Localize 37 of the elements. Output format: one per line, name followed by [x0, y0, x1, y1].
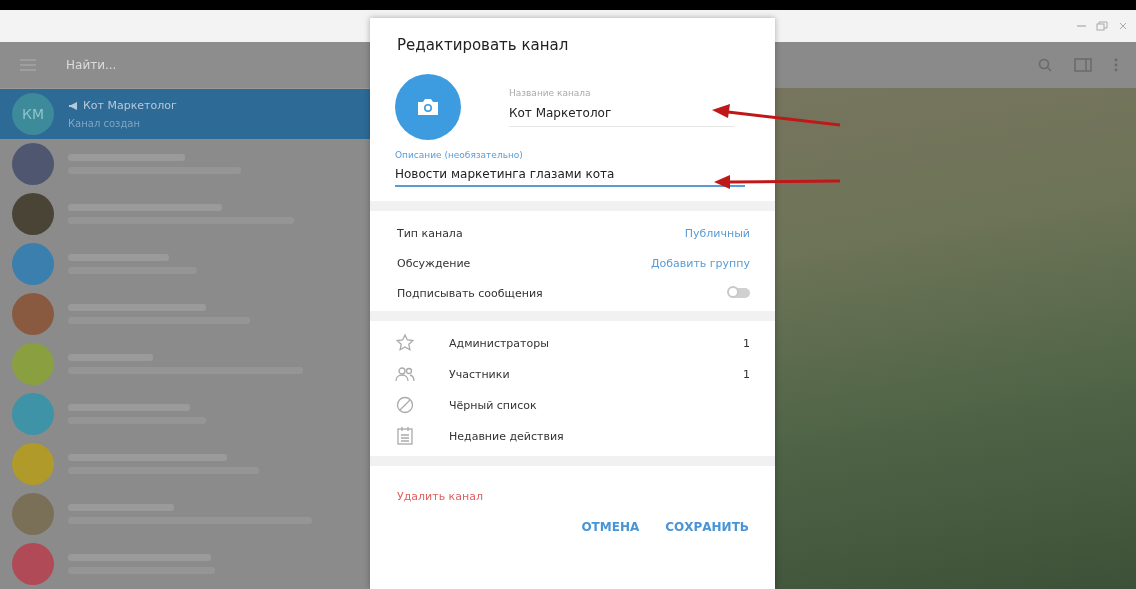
chat-status: Канал создан — [68, 118, 141, 129]
setting-label: Подписывать сообщения — [397, 286, 543, 300]
avatar-initials: КМ — [12, 93, 54, 135]
dialog-title: Редактировать канал — [396, 35, 570, 56]
item-label: Администраторы — [449, 336, 550, 350]
channel-name-field[interactable]: Кот Маркетолог — [509, 105, 734, 120]
item-label: Участники — [449, 367, 511, 381]
description-field[interactable]: Новости маркетинга глазами кота — [395, 167, 745, 181]
close-icon — [1118, 21, 1128, 31]
sidebar-panel-icon — [1074, 58, 1092, 72]
toggle-switch[interactable] — [728, 288, 750, 298]
camera-icon — [417, 98, 439, 116]
field-label: Описание (необязательно) — [395, 150, 524, 160]
menu-item[interactable]: Недавние действия — [395, 426, 750, 446]
block-icon — [395, 395, 415, 415]
delete-channel-link[interactable]: Удалить канал — [397, 490, 483, 504]
minimize-icon — [1077, 25, 1086, 27]
setting-label: Тип канала — [397, 226, 463, 240]
menu-item[interactable]: Администраторы 1 — [395, 333, 750, 353]
star-icon — [395, 333, 415, 353]
item-count: 1 — [743, 336, 750, 350]
menu-item[interactable]: Чёрный список — [395, 395, 750, 415]
search-field[interactable]: Найти... — [64, 57, 328, 73]
menu-item[interactable]: Участники 1 — [395, 364, 750, 384]
people-icon — [395, 364, 415, 384]
search-icon — [1038, 58, 1052, 72]
more-icon — [1114, 58, 1118, 72]
item-label: Чёрный список — [449, 398, 538, 412]
megaphone-icon — [68, 101, 78, 110]
chat-name: Кот Маркетолог — [83, 99, 177, 112]
item-label: Недавние действия — [449, 429, 565, 443]
item-count: 1 — [743, 367, 750, 381]
calendar-list-icon — [395, 426, 415, 446]
chat-list-item[interactable]: КМ Кот Маркетолог Канал создан — [0, 89, 370, 139]
field-label: Название канала — [509, 87, 592, 98]
restore-icon — [1096, 21, 1108, 31]
setting-label: Обсуждение — [397, 256, 471, 270]
